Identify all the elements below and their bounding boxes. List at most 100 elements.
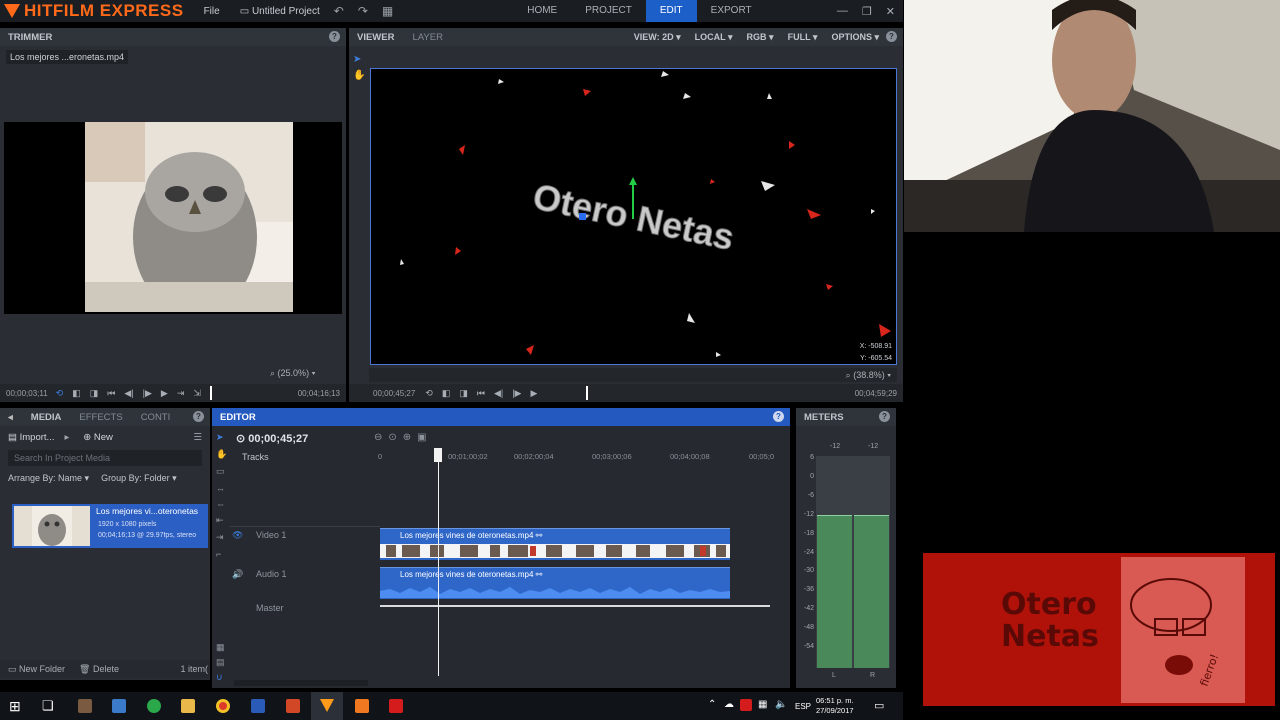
in-point-icon[interactable]: ◧ (72, 388, 81, 399)
undo-icon[interactable]: ↶ (334, 4, 344, 18)
group-select[interactable]: Group By: Folder ▾ (101, 473, 177, 484)
grid-view-icon[interactable]: ▦ (216, 642, 225, 653)
ripple-tool-icon[interactable]: ⇤ (216, 515, 230, 526)
add-track-icon[interactable]: ⊕ (403, 432, 411, 443)
powerpoint-icon[interactable] (286, 699, 300, 713)
video-clip[interactable]: Los mejores vines de oteronetas.mp4 ⚯ (380, 528, 730, 560)
tab-effects[interactable]: EFFECTS (79, 412, 122, 423)
restore-icon[interactable]: ❐ (862, 5, 872, 18)
slip-tool-icon[interactable]: ↔ (216, 483, 230, 493)
viewer-zoom[interactable]: ⌕ (38.8%) ▾ (846, 370, 891, 381)
timeline-zoom-slider[interactable] (234, 680, 368, 686)
out-point-icon[interactable]: ◨ (90, 388, 99, 399)
step-forward-icon[interactable]: |▶ (143, 388, 152, 399)
arrange-select[interactable]: Arrange By: Name ▾ (8, 473, 89, 484)
step-back-icon[interactable]: ◀| (494, 388, 503, 399)
channel-select[interactable]: RGB ▾ (747, 32, 774, 43)
video-visibility-icon[interactable]: 👁 (232, 530, 243, 541)
language-indicator[interactable]: ESP (795, 702, 811, 711)
network-icon[interactable]: ▦ (758, 699, 767, 710)
help-icon[interactable]: ? (193, 411, 204, 422)
list-view-icon[interactable]: ☰ (193, 432, 202, 443)
skip-back-icon[interactable]: ⏮ (107, 388, 115, 399)
audio-clip[interactable]: Los mejores vines de oteronetas.mp4 ⚯ (380, 567, 730, 599)
snap-tool-icon[interactable]: ⌐ (216, 549, 230, 559)
overlay-icon[interactable]: ⇲ (193, 388, 201, 399)
notifications-icon[interactable]: ▭ (874, 699, 884, 712)
hand-tool-icon[interactable]: ✋ (216, 449, 230, 460)
help-icon[interactable]: ? (773, 411, 784, 422)
audio-mute-icon[interactable]: 🔊 (232, 569, 243, 580)
resolution-select[interactable]: FULL ▾ (788, 32, 818, 43)
tab-layer[interactable]: LAYER (412, 32, 442, 43)
step-back-icon[interactable]: ◀| (124, 388, 133, 399)
redo-icon[interactable]: ↷ (358, 4, 368, 18)
in-point-icon[interactable]: ◧ (442, 388, 451, 399)
view-mode-select[interactable]: VIEW: 2D ▾ (634, 32, 681, 43)
loop-icon[interactable]: ⟲ (56, 388, 64, 399)
help-icon[interactable]: ? (879, 411, 890, 422)
media-item[interactable]: Los mejores vi...oteronetas 1920 x 1080 … (12, 504, 208, 548)
import-button[interactable]: ▤ Import... (8, 432, 54, 443)
lock-track-icon[interactable]: ⊙ (388, 432, 396, 443)
tab-media[interactable]: MEDIA (31, 412, 62, 423)
panel-left-arrow-icon[interactable]: ◂ (8, 412, 13, 423)
trimmer-preview[interactable] (4, 122, 342, 314)
steam-icon[interactable] (112, 699, 126, 713)
hitfilm-taskbar-item[interactable] (311, 692, 343, 720)
tray-red-icon[interactable] (740, 699, 752, 711)
add-marker-icon[interactable]: ▣ (417, 432, 426, 443)
green-app-icon[interactable] (147, 699, 161, 713)
magnet-icon[interactable]: ∪ (216, 672, 225, 683)
tab-export[interactable]: EXPORT (697, 0, 766, 22)
import-arrow-icon[interactable]: ▸ (64, 432, 69, 443)
trimmer-zoom[interactable]: ⌕ (25.0%) ▾ (270, 368, 315, 379)
grid-icon[interactable]: ▦ (382, 4, 393, 18)
out-point-icon[interactable]: ◨ (459, 388, 468, 399)
close-icon[interactable]: ✕ (886, 5, 895, 18)
acrobat-icon[interactable] (389, 699, 403, 713)
file-explorer-icon[interactable] (181, 699, 195, 713)
playhead-handle[interactable] (434, 448, 442, 462)
slide-tool-icon[interactable]: ⇔ (216, 499, 230, 509)
play-icon[interactable]: ▶ (530, 388, 537, 399)
loop-icon[interactable]: ⟲ (425, 388, 433, 399)
viewer-canvas[interactable]: Otero Netas X: -508.91 Y: -605.54 (370, 68, 897, 365)
task-view-icon[interactable]: ❏ (42, 698, 54, 714)
file-menu[interactable]: File (204, 6, 220, 17)
play-icon[interactable]: ▶ (161, 388, 168, 399)
cloud-icon[interactable]: ☁ (724, 699, 734, 710)
step-forward-icon[interactable]: |▶ (512, 388, 521, 399)
media-search-input[interactable]: Search In Project Media (8, 450, 202, 466)
project-name[interactable]: ▭ Untitled Project (240, 6, 320, 17)
roll-tool-icon[interactable]: ⇥ (216, 532, 230, 543)
tab-viewer[interactable]: VIEWER (357, 32, 394, 43)
insert-icon[interactable]: ⇥ (177, 388, 185, 399)
tab-edit[interactable]: EDIT (645, 0, 697, 22)
orange-app-icon[interactable] (355, 699, 369, 713)
help-icon[interactable]: ? (329, 31, 340, 42)
select-tool-icon[interactable]: ➤ (216, 432, 230, 443)
delete-button[interactable]: 🗑 Delete (79, 664, 119, 675)
new-folder-button[interactable]: ▭ New Folder (8, 664, 65, 675)
tab-controls[interactable]: CONTI (141, 412, 171, 423)
razor-tool-icon[interactable]: ▭ (216, 466, 230, 477)
windows-start-icon[interactable]: ⊞ (9, 698, 21, 715)
trimmer-playhead[interactable] (209, 386, 212, 400)
tab-project[interactable]: PROJECT (571, 0, 646, 22)
viewer-playhead[interactable] (586, 386, 589, 400)
new-button[interactable]: ⊕ New (83, 432, 113, 443)
gizmo-y-arrow[interactable] (629, 177, 637, 185)
list-view-icon[interactable]: ▤ (216, 657, 225, 668)
tab-home[interactable]: HOME (513, 0, 571, 22)
skip-back-icon[interactable]: ⏮ (477, 388, 485, 399)
tray-chevron-icon[interactable]: ⌃ (708, 699, 716, 710)
minimize-icon[interactable]: — (837, 5, 848, 18)
app-taskbar-icon-1[interactable] (78, 699, 92, 713)
word-icon[interactable] (251, 699, 265, 713)
chrome-icon[interactable] (216, 699, 230, 713)
help-icon[interactable]: ? (886, 31, 897, 42)
remove-track-icon[interactable]: ⊖ (374, 432, 382, 443)
taskbar-clock[interactable]: 06:51 p. m. 27/09/2017 (816, 696, 854, 716)
anchor-point-handle[interactable] (579, 213, 586, 220)
